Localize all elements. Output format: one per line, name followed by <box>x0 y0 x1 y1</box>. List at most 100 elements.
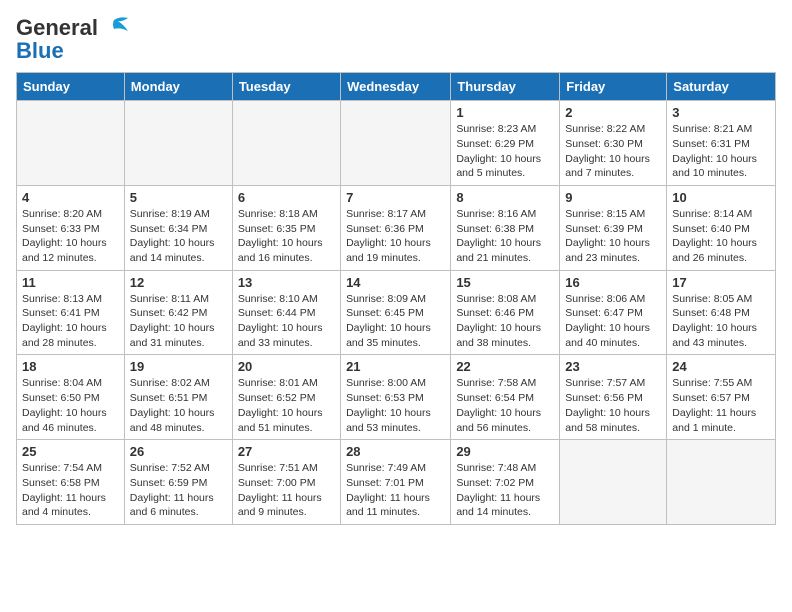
day-info: Sunrise: 8:11 AM Sunset: 6:42 PM Dayligh… <box>130 292 227 351</box>
day-info: Sunrise: 8:16 AM Sunset: 6:38 PM Dayligh… <box>456 207 554 266</box>
calendar-cell: 16 Sunrise: 8:06 AM Sunset: 6:47 PM Dayli… <box>560 270 667 355</box>
day-info: Sunrise: 8:01 AM Sunset: 6:52 PM Dayligh… <box>238 376 335 435</box>
day-info: Sunrise: 8:18 AM Sunset: 6:35 PM Dayligh… <box>238 207 335 266</box>
weekday-header-sunday: Sunday <box>17 73 125 101</box>
calendar-cell: 14 Sunrise: 8:09 AM Sunset: 6:45 PM Dayli… <box>341 270 451 355</box>
calendar-cell: 26Sunrise: 7:52 AM Sunset: 6:59 PM Dayli… <box>124 440 232 525</box>
calendar-cell: 3 Sunrise: 8:21 AM Sunset: 6:31 PM Daylig… <box>667 101 776 186</box>
day-number: 15 <box>456 275 554 290</box>
day-number: 29 <box>456 444 554 459</box>
day-number: 7 <box>346 190 445 205</box>
day-info: Sunrise: 8:02 AM Sunset: 6:51 PM Dayligh… <box>130 376 227 435</box>
calendar-cell: 2 Sunrise: 8:22 AM Sunset: 6:30 PM Daylig… <box>560 101 667 186</box>
calendar-cell: 21 Sunrise: 8:00 AM Sunset: 6:53 PM Dayli… <box>341 355 451 440</box>
day-number: 21 <box>346 359 445 374</box>
weekday-header-saturday: Saturday <box>667 73 776 101</box>
calendar-week-row: 1 Sunrise: 8:23 AM Sunset: 6:29 PM Daylig… <box>17 101 776 186</box>
calendar-cell: 10Sunrise: 8:14 AM Sunset: 6:40 PM Dayli… <box>667 185 776 270</box>
day-info: Sunrise: 7:49 AM Sunset: 7:01 PM Dayligh… <box>346 461 445 520</box>
logo: General Blue <box>16 16 130 64</box>
day-info: Sunrise: 8:20 AM Sunset: 6:33 PM Dayligh… <box>22 207 119 266</box>
day-number: 20 <box>238 359 335 374</box>
logo-blue-text: Blue <box>16 38 64 64</box>
day-number: 3 <box>672 105 770 120</box>
calendar-week-row: 25Sunrise: 7:54 AM Sunset: 6:58 PM Dayli… <box>17 440 776 525</box>
day-info: Sunrise: 7:57 AM Sunset: 6:56 PM Dayligh… <box>565 376 661 435</box>
logo-general-text: General <box>16 16 98 40</box>
calendar-cell: 29 Sunrise: 7:48 AM Sunset: 7:02 PM Dayli… <box>451 440 560 525</box>
logo-bird-icon <box>100 15 130 37</box>
calendar-table: SundayMondayTuesdayWednesdayThursdayFrid… <box>16 72 776 525</box>
day-number: 2 <box>565 105 661 120</box>
calendar-cell: 20 Sunrise: 8:01 AM Sunset: 6:52 PM Dayli… <box>232 355 340 440</box>
day-info: Sunrise: 8:23 AM Sunset: 6:29 PM Dayligh… <box>456 122 554 181</box>
calendar-cell: 7 Sunrise: 8:17 AM Sunset: 6:36 PM Daylig… <box>341 185 451 270</box>
day-number: 17 <box>672 275 770 290</box>
day-info: Sunrise: 7:51 AM Sunset: 7:00 PM Dayligh… <box>238 461 335 520</box>
calendar-cell <box>124 101 232 186</box>
day-number: 12 <box>130 275 227 290</box>
calendar-cell: 27 Sunrise: 7:51 AM Sunset: 7:00 PM Dayli… <box>232 440 340 525</box>
calendar-cell <box>341 101 451 186</box>
calendar-week-row: 18Sunrise: 8:04 AM Sunset: 6:50 PM Dayli… <box>17 355 776 440</box>
calendar-cell: 6 Sunrise: 8:18 AM Sunset: 6:35 PM Daylig… <box>232 185 340 270</box>
day-number: 23 <box>565 359 661 374</box>
calendar-cell: 19Sunrise: 8:02 AM Sunset: 6:51 PM Dayli… <box>124 355 232 440</box>
weekday-header-friday: Friday <box>560 73 667 101</box>
calendar-cell: 28 Sunrise: 7:49 AM Sunset: 7:01 PM Dayli… <box>341 440 451 525</box>
calendar-cell: 23 Sunrise: 7:57 AM Sunset: 6:56 PM Dayli… <box>560 355 667 440</box>
day-number: 24 <box>672 359 770 374</box>
calendar-cell: 18Sunrise: 8:04 AM Sunset: 6:50 PM Dayli… <box>17 355 125 440</box>
calendar-cell: 25Sunrise: 7:54 AM Sunset: 6:58 PM Dayli… <box>17 440 125 525</box>
calendar-cell: 22 Sunrise: 7:58 AM Sunset: 6:54 PM Dayli… <box>451 355 560 440</box>
weekday-header-row: SundayMondayTuesdayWednesdayThursdayFrid… <box>17 73 776 101</box>
calendar-cell: 9 Sunrise: 8:15 AM Sunset: 6:39 PM Daylig… <box>560 185 667 270</box>
calendar-cell: 8Sunrise: 8:16 AM Sunset: 6:38 PM Daylig… <box>451 185 560 270</box>
calendar-cell: 13 Sunrise: 8:10 AM Sunset: 6:44 PM Dayli… <box>232 270 340 355</box>
day-number: 13 <box>238 275 335 290</box>
calendar-cell: 24 Sunrise: 7:55 AM Sunset: 6:57 PM Dayli… <box>667 355 776 440</box>
day-number: 14 <box>346 275 445 290</box>
day-number: 25 <box>22 444 119 459</box>
calendar-cell: 4Sunrise: 8:20 AM Sunset: 6:33 PM Daylig… <box>17 185 125 270</box>
day-info: Sunrise: 8:00 AM Sunset: 6:53 PM Dayligh… <box>346 376 445 435</box>
calendar-week-row: 11 Sunrise: 8:13 AM Sunset: 6:41 PM Dayli… <box>17 270 776 355</box>
day-number: 5 <box>130 190 227 205</box>
calendar-cell: 11 Sunrise: 8:13 AM Sunset: 6:41 PM Dayli… <box>17 270 125 355</box>
day-info: Sunrise: 8:09 AM Sunset: 6:45 PM Dayligh… <box>346 292 445 351</box>
day-info: Sunrise: 7:48 AM Sunset: 7:02 PM Dayligh… <box>456 461 554 520</box>
calendar-cell: 1 Sunrise: 8:23 AM Sunset: 6:29 PM Daylig… <box>451 101 560 186</box>
weekday-header-wednesday: Wednesday <box>341 73 451 101</box>
day-number: 9 <box>565 190 661 205</box>
day-number: 11 <box>22 275 119 290</box>
day-info: Sunrise: 8:08 AM Sunset: 6:46 PM Dayligh… <box>456 292 554 351</box>
day-number: 16 <box>565 275 661 290</box>
weekday-header-tuesday: Tuesday <box>232 73 340 101</box>
day-number: 28 <box>346 444 445 459</box>
weekday-header-monday: Monday <box>124 73 232 101</box>
day-number: 18 <box>22 359 119 374</box>
day-info: Sunrise: 8:21 AM Sunset: 6:31 PM Dayligh… <box>672 122 770 181</box>
day-number: 6 <box>238 190 335 205</box>
day-info: Sunrise: 8:06 AM Sunset: 6:47 PM Dayligh… <box>565 292 661 351</box>
day-number: 27 <box>238 444 335 459</box>
day-number: 10 <box>672 190 770 205</box>
day-info: Sunrise: 7:58 AM Sunset: 6:54 PM Dayligh… <box>456 376 554 435</box>
calendar-cell: 17 Sunrise: 8:05 AM Sunset: 6:48 PM Dayli… <box>667 270 776 355</box>
day-info: Sunrise: 8:05 AM Sunset: 6:48 PM Dayligh… <box>672 292 770 351</box>
day-info: Sunrise: 8:10 AM Sunset: 6:44 PM Dayligh… <box>238 292 335 351</box>
day-info: Sunrise: 8:17 AM Sunset: 6:36 PM Dayligh… <box>346 207 445 266</box>
page-header: General Blue <box>16 16 776 64</box>
day-info: Sunrise: 8:22 AM Sunset: 6:30 PM Dayligh… <box>565 122 661 181</box>
calendar-cell: 12 Sunrise: 8:11 AM Sunset: 6:42 PM Dayli… <box>124 270 232 355</box>
day-info: Sunrise: 8:15 AM Sunset: 6:39 PM Dayligh… <box>565 207 661 266</box>
day-info: Sunrise: 8:13 AM Sunset: 6:41 PM Dayligh… <box>22 292 119 351</box>
day-info: Sunrise: 7:52 AM Sunset: 6:59 PM Dayligh… <box>130 461 227 520</box>
calendar-cell <box>232 101 340 186</box>
day-info: Sunrise: 7:55 AM Sunset: 6:57 PM Dayligh… <box>672 376 770 435</box>
calendar-cell <box>667 440 776 525</box>
day-number: 22 <box>456 359 554 374</box>
weekday-header-thursday: Thursday <box>451 73 560 101</box>
day-number: 1 <box>456 105 554 120</box>
calendar-week-row: 4Sunrise: 8:20 AM Sunset: 6:33 PM Daylig… <box>17 185 776 270</box>
